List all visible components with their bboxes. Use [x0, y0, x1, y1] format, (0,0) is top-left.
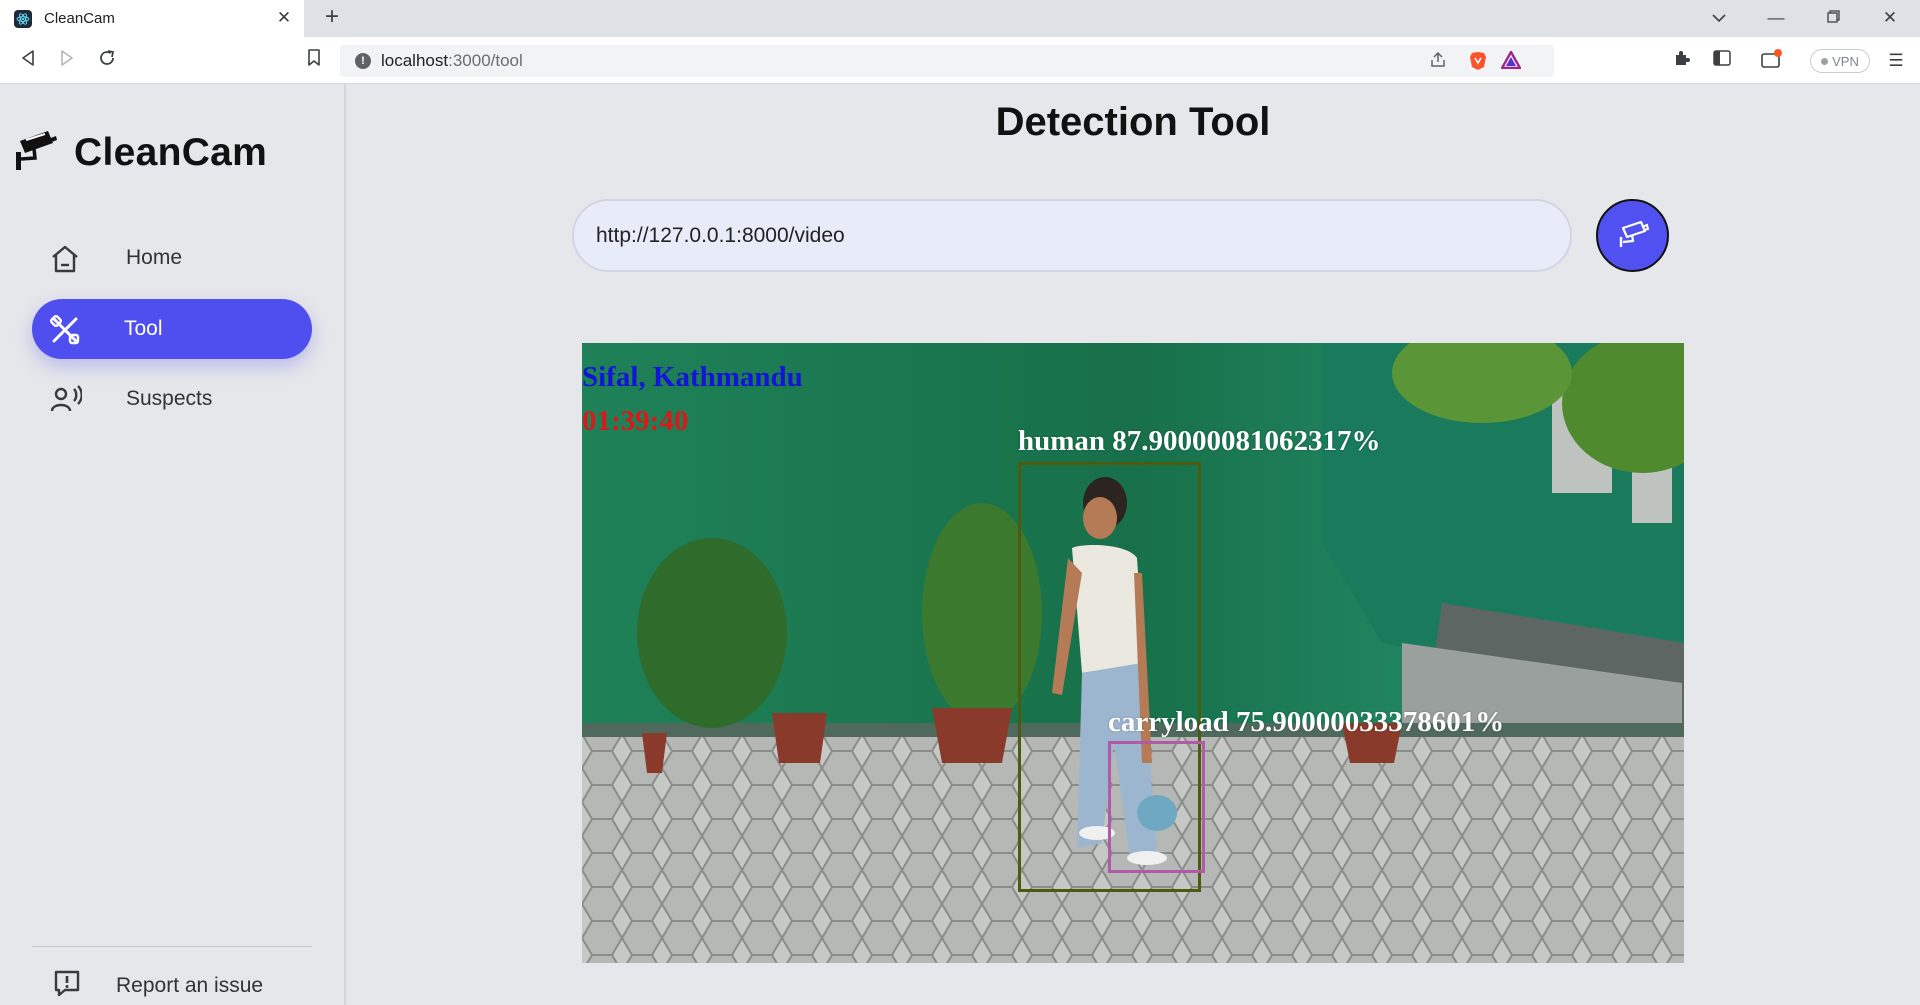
sidebar-toggle-icon[interactable]: [1710, 49, 1734, 73]
video-feed: Sifal, Kathmandu 01:39:40 human 87.90000…: [582, 343, 1684, 963]
tab-close-icon[interactable]: ✕: [274, 8, 294, 28]
reload-button[interactable]: [95, 49, 119, 73]
start-stream-button[interactable]: [1596, 199, 1669, 272]
sidebar-item-label: Suspects: [126, 387, 213, 410]
bookmark-icon[interactable]: [302, 49, 326, 73]
brave-shields-icon[interactable]: [1467, 51, 1489, 73]
page-title: Detection Tool: [995, 100, 1271, 144]
brand-name: CleanCam: [74, 130, 268, 174]
camera-timestamp-label: 01:39:40: [582, 405, 689, 437]
address-bar[interactable]: ! localhost:3000/tool: [340, 45, 1554, 77]
wallet-icon[interactable]: [1760, 49, 1784, 73]
tab-search-icon[interactable]: [1707, 6, 1731, 30]
minimize-button[interactable]: —: [1764, 6, 1788, 30]
url-host: localhost: [381, 51, 449, 70]
sidebar-item-suspects[interactable]: Suspects: [32, 369, 312, 429]
forward-button[interactable]: [55, 49, 79, 73]
sidebar: CleanCam Home Tool Suspects Report an is…: [0, 84, 346, 1005]
sidebar-item-tool[interactable]: Tool: [32, 299, 312, 359]
close-window-button[interactable]: ✕: [1878, 6, 1902, 30]
browser-toolbar: ! localhost:3000/tool VPN ☰: [0, 37, 1920, 84]
suspects-icon: [50, 385, 83, 415]
detection-label-human: human 87.90000081062317%: [1018, 425, 1381, 457]
new-tab-button[interactable]: +: [320, 5, 344, 30]
url-path: :3000/tool: [448, 51, 523, 70]
cctv-camera-icon: [1616, 217, 1650, 254]
camera-location-label: Sifal, Kathmandu: [582, 361, 803, 393]
cctv-camera-icon: [14, 128, 58, 177]
report-issue-label: Report an issue: [116, 973, 264, 997]
detection-box-carryload: [1108, 741, 1205, 873]
sidebar-item-home[interactable]: Home: [32, 228, 312, 288]
site-info-icon[interactable]: !: [355, 53, 371, 69]
vpn-button[interactable]: VPN: [1810, 49, 1870, 73]
vpn-status-icon: [1821, 57, 1829, 65]
report-alert-icon: [52, 968, 82, 1003]
tool-icon: [49, 314, 80, 345]
brand[interactable]: CleanCam: [14, 128, 267, 177]
sidebar-item-label: Tool: [124, 317, 163, 340]
extensions-icon[interactable]: [1670, 49, 1694, 73]
detection-label-carryload: carryload 75.90000033378601%: [1108, 706, 1505, 738]
menu-icon[interactable]: ☰: [1884, 49, 1908, 73]
brave-rewards-icon[interactable]: [1500, 50, 1522, 73]
tab-title: CleanCam: [44, 10, 115, 27]
browser-tab[interactable]: CleanCam ✕: [0, 0, 304, 37]
sidebar-divider: [32, 946, 312, 947]
vpn-label: VPN: [1832, 53, 1859, 69]
report-issue-link[interactable]: Report an issue: [52, 968, 263, 1003]
share-icon[interactable]: [1427, 51, 1449, 73]
home-icon: [50, 244, 80, 274]
browser-tabstrip: CleanCam ✕ + — ✕: [0, 0, 1920, 37]
restore-button[interactable]: [1821, 6, 1845, 30]
sidebar-item-label: Home: [126, 246, 183, 269]
stream-url-input[interactable]: [572, 199, 1572, 272]
back-button[interactable]: [16, 49, 40, 73]
react-favicon-icon: [14, 9, 32, 28]
